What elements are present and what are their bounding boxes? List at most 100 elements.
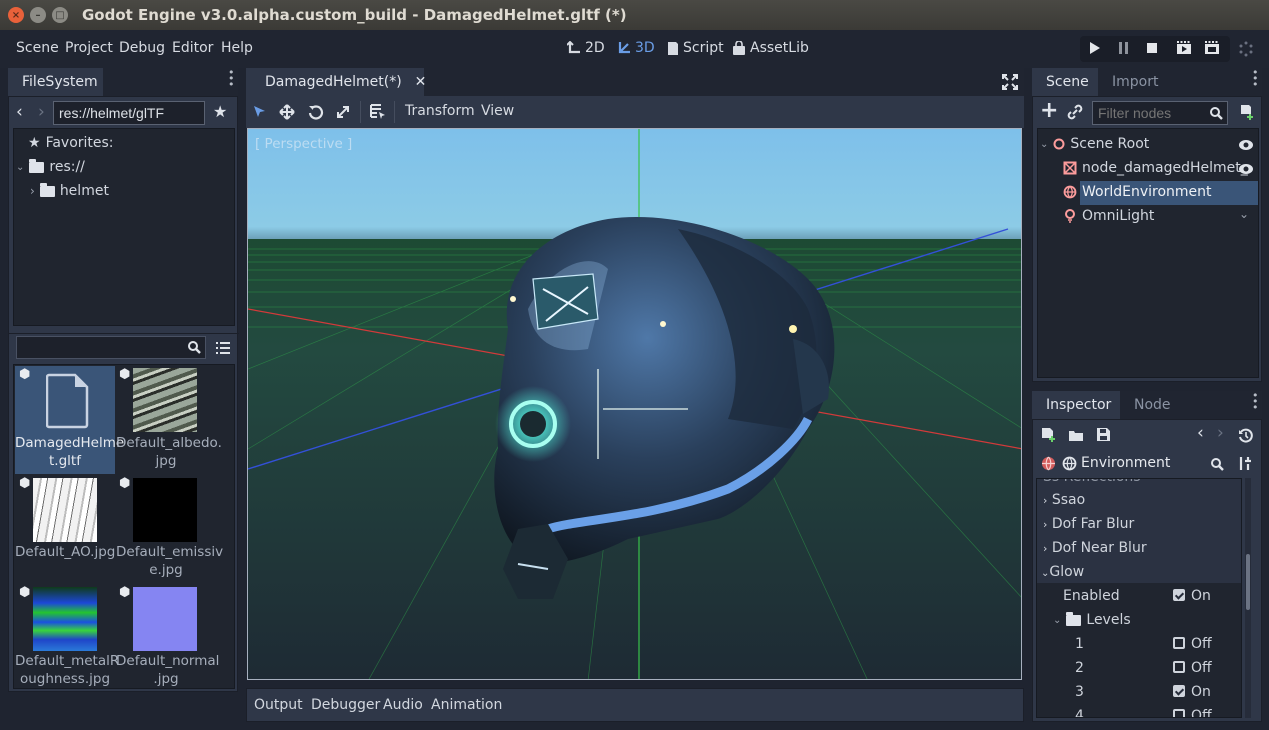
- level-name: 2: [1075, 660, 1084, 676]
- chevron-down-icon[interactable]: ⌄: [16, 162, 24, 173]
- list-view-icon[interactable]: [216, 341, 230, 355]
- scene-tab[interactable]: DamagedHelmet(*) ✕: [246, 68, 427, 96]
- bottom-tab-audio[interactable]: Audio: [383, 697, 423, 713]
- inspected-object-label[interactable]: Environment: [1081, 455, 1170, 471]
- workspace-3d-button[interactable]: 3D: [617, 40, 655, 56]
- progress-spinner-icon: [1239, 41, 1253, 57]
- menu-debug[interactable]: Debug: [119, 40, 165, 56]
- glow-enabled-checkbox[interactable]: On: [1173, 588, 1211, 604]
- file-name: Default_normal .jpg: [116, 653, 220, 687]
- attach-script-icon[interactable]: [1238, 104, 1254, 121]
- filesystem-menu-icon[interactable]: • • •: [228, 67, 235, 90]
- viewport-perspective-label[interactable]: [ Perspective ]: [255, 136, 352, 152]
- window-minimize-button[interactable]: –: [30, 7, 46, 23]
- import-cube-icon: ⬢: [119, 476, 131, 491]
- save-icon[interactable]: [1096, 427, 1111, 442]
- scale-tool-icon[interactable]: [336, 105, 350, 119]
- inspector-scrollbar[interactable]: [1245, 478, 1251, 718]
- rotate-tool-icon[interactable]: [308, 104, 324, 120]
- workspace-assetlib-label: AssetLib: [750, 40, 809, 56]
- bottom-tab-animation[interactable]: Animation: [431, 697, 502, 713]
- scene-node-mesh[interactable]: node_damagedHelmet_-: [1063, 160, 1253, 176]
- stop-icon[interactable]: [1146, 41, 1158, 55]
- path-field[interactable]: [53, 101, 205, 125]
- scene-node-worldenvironment[interactable]: WorldEnvironment: [1063, 184, 1212, 200]
- inspector-menu-icon[interactable]: • • •: [1252, 390, 1259, 413]
- tab-node[interactable]: Node: [1120, 391, 1185, 419]
- window-close-button[interactable]: ×: [8, 7, 24, 23]
- file-item[interactable]: ⬢ DamagedHelme t.gltf: [15, 366, 124, 474]
- chevron-down-icon[interactable]: ⌄: [1239, 207, 1249, 221]
- scene-dock-menu-icon[interactable]: • • •: [1252, 67, 1259, 90]
- visibility-eye-icon[interactable]: [1238, 139, 1254, 151]
- bottom-tab-debugger[interactable]: Debugger: [311, 697, 380, 713]
- list-select-icon[interactable]: [370, 104, 386, 120]
- scene-node-omnilight[interactable]: OmniLight: [1063, 208, 1154, 224]
- tab-scene[interactable]: Scene: [1032, 68, 1098, 96]
- tree-item-res[interactable]: ⌄ res://: [16, 158, 85, 175]
- visibility-eye-icon[interactable]: [1238, 163, 1254, 175]
- transform-menu[interactable]: Transform: [405, 103, 475, 119]
- play-custom-scene-icon[interactable]: [1204, 41, 1220, 55]
- object-history-icon[interactable]: [1238, 428, 1253, 443]
- tree-item-favorites[interactable]: ★ Favorites:: [28, 135, 114, 151]
- history-forward-icon[interactable]: ›: [1217, 423, 1224, 443]
- back-arrow-icon[interactable]: ‹: [16, 102, 23, 122]
- instance-link-icon[interactable]: [1067, 104, 1083, 120]
- tab-import[interactable]: Import: [1098, 68, 1172, 96]
- level-2-checkbox[interactable]: Off: [1173, 660, 1212, 676]
- new-resource-icon[interactable]: [1041, 427, 1056, 443]
- menu-help[interactable]: Help: [221, 40, 253, 56]
- file-item[interactable]: ⬢ Default_emissiv e.jpg: [116, 475, 223, 583]
- filter-nodes-input[interactable]: [1092, 101, 1228, 125]
- move-tool-icon[interactable]: [279, 104, 295, 120]
- file-search-input[interactable]: [16, 336, 206, 359]
- scene-tabbar: DamagedHelmet(*) ✕: [246, 68, 1024, 96]
- section-glow[interactable]: ⌄Glow: [1041, 564, 1084, 580]
- workspace-script-button[interactable]: Script: [666, 40, 724, 56]
- history-back-icon[interactable]: ‹: [1197, 423, 1204, 443]
- favorite-star-icon[interactable]: ★: [213, 102, 227, 121]
- section-ss-reflections[interactable]: Ss Reflections: [1043, 479, 1141, 485]
- level-1-checkbox[interactable]: Off: [1173, 636, 1212, 652]
- glow-levels-group[interactable]: ⌄ Levels: [1053, 611, 1131, 628]
- scene-node-root[interactable]: ⌄ Scene Root: [1040, 136, 1149, 152]
- menu-editor[interactable]: Editor: [172, 40, 213, 56]
- file-item[interactable]: ⬢ Default_AO.jpg: [15, 475, 115, 583]
- workspace-2d-button[interactable]: 2D: [567, 40, 605, 56]
- tools-icon[interactable]: [1238, 456, 1252, 471]
- tab-filesystem[interactable]: FileSystem: [8, 68, 103, 96]
- bottom-tab-output[interactable]: Output: [254, 697, 303, 713]
- chevron-down-icon[interactable]: ⌄: [1040, 139, 1048, 150]
- open-folder-icon[interactable]: [1068, 428, 1084, 442]
- level-3-checkbox[interactable]: On: [1173, 684, 1211, 700]
- distraction-free-icon[interactable]: [1002, 74, 1018, 90]
- play-scene-icon[interactable]: [1176, 41, 1192, 55]
- scrollbar-thumb[interactable]: [1246, 554, 1250, 610]
- section-ssao[interactable]: › Ssao: [1043, 492, 1085, 508]
- play-icon[interactable]: [1089, 41, 1101, 55]
- filesystem-tabbar: FileSystem • • •: [8, 67, 238, 96]
- tree-item-helmet[interactable]: › helmet: [30, 182, 109, 199]
- chevron-right-icon[interactable]: ›: [30, 184, 35, 198]
- view-menu[interactable]: View: [481, 103, 514, 119]
- menu-scene[interactable]: Scene: [16, 40, 59, 56]
- 3d-viewport[interactable]: [ Perspective ]: [247, 128, 1022, 680]
- window-maximize-button[interactable]: □: [52, 7, 68, 23]
- pause-icon[interactable]: [1118, 41, 1130, 55]
- file-item[interactable]: ⬢ Default_normal .jpg: [116, 584, 220, 692]
- search-icon[interactable]: [1210, 457, 1224, 471]
- file-item[interactable]: ⬢ Default_albedo. jpg: [116, 366, 222, 474]
- level-4-checkbox[interactable]: Off: [1173, 708, 1212, 717]
- select-tool-icon[interactable]: [253, 105, 266, 119]
- menu-project[interactable]: Project: [65, 40, 113, 56]
- forward-arrow-icon[interactable]: ›: [38, 102, 45, 122]
- workspace-assetlib-button[interactable]: AssetLib: [732, 40, 809, 56]
- tab-inspector[interactable]: Inspector: [1032, 391, 1120, 419]
- section-dof-far-blur[interactable]: › Dof Far Blur: [1043, 516, 1134, 532]
- add-node-icon[interactable]: +: [1040, 98, 1058, 123]
- section-dof-near-blur[interactable]: › Dof Near Blur: [1043, 540, 1147, 556]
- close-tab-icon[interactable]: ✕: [415, 74, 427, 90]
- import-cube-icon: ⬢: [19, 367, 31, 382]
- file-item[interactable]: ⬢ Default_metalR oughness.jpg: [15, 584, 119, 692]
